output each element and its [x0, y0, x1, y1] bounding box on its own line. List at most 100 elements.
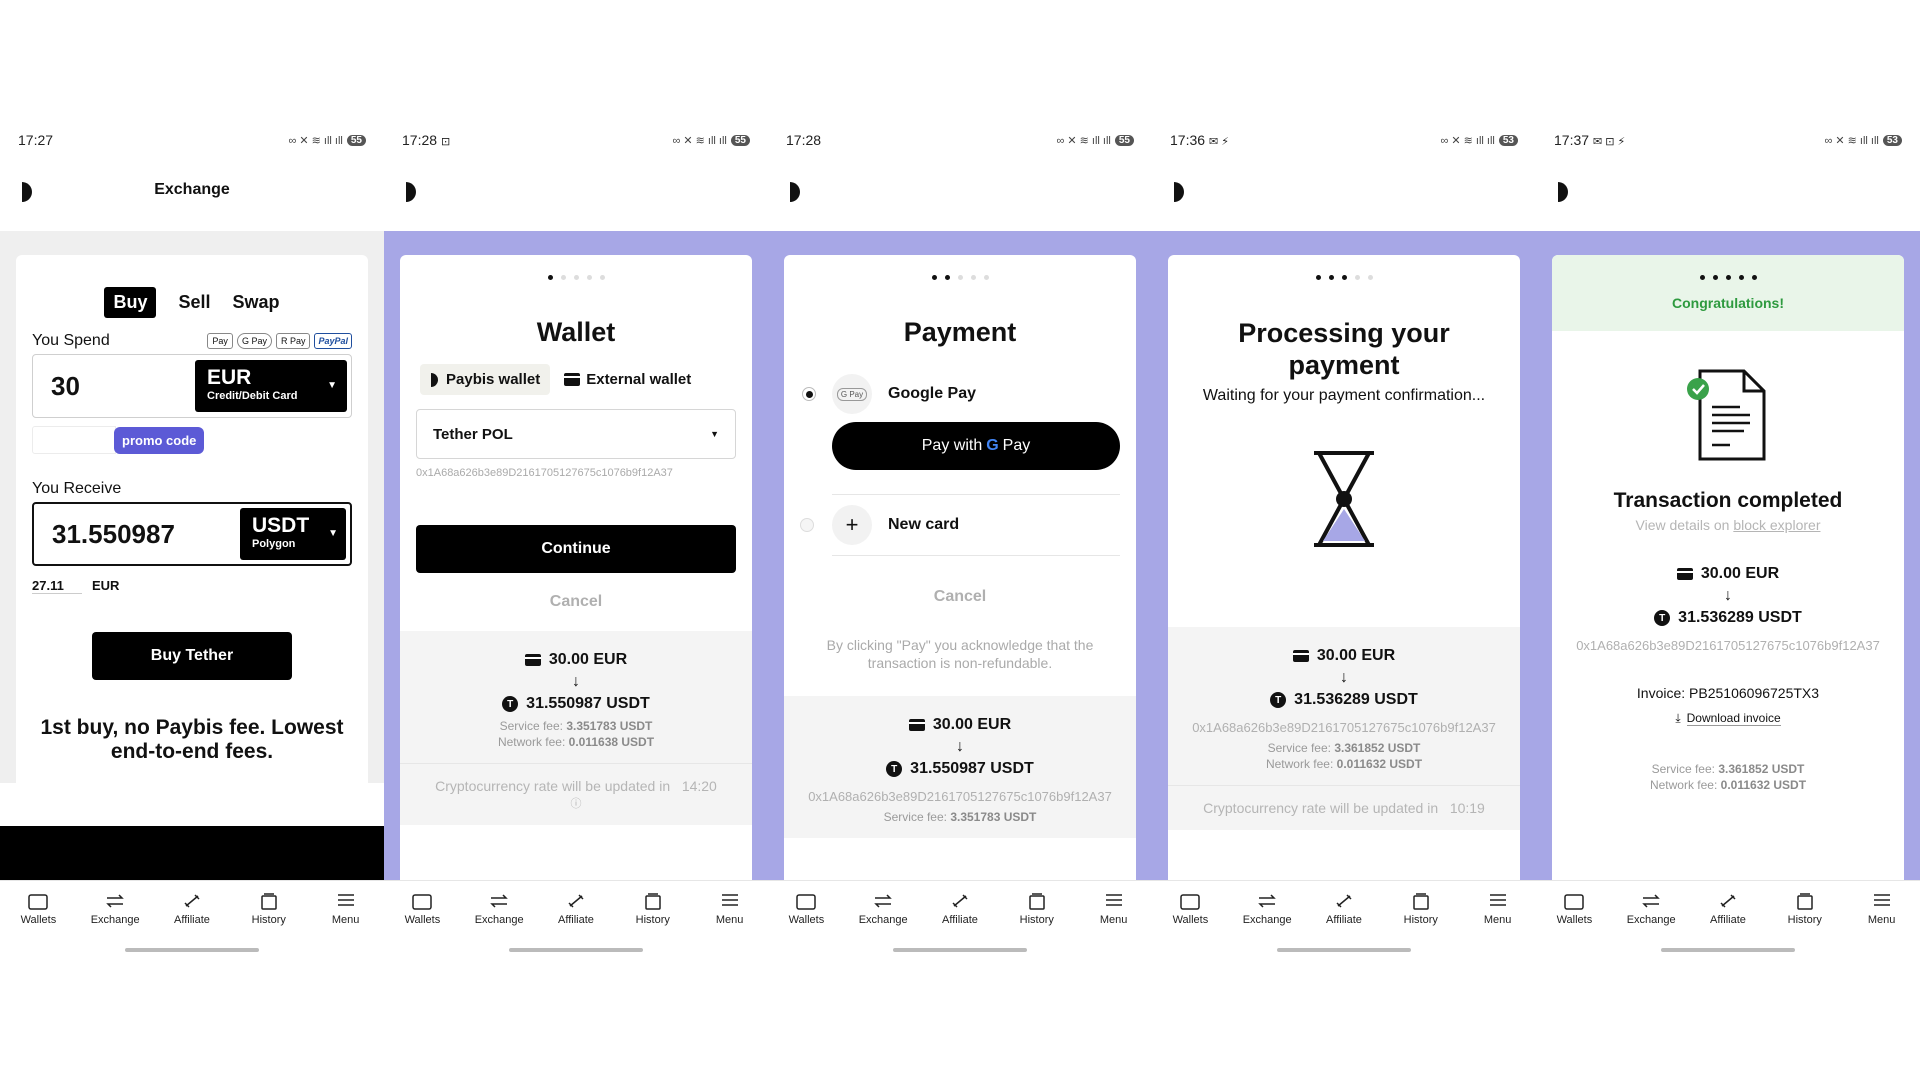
status-bar: 17:28 ⊡ ∞ ✕ ≋ ıll ıll 55: [384, 128, 768, 152]
step-dot: [586, 275, 592, 280]
rate-timer: 10:19: [1449, 800, 1485, 816]
paybis-logo-icon[interactable]: [1556, 182, 1570, 202]
step-dot: [970, 275, 976, 280]
nav-affiliate[interactable]: Affiliate: [541, 891, 611, 926]
nav-affiliate[interactable]: Affiliate: [1693, 891, 1763, 926]
nav-history[interactable]: History: [234, 891, 304, 926]
receive-currency-select[interactable]: USDT Polygon ▼: [240, 508, 346, 560]
status-icons: ∞ ✕ ≋ ıll ıll 53: [1824, 134, 1902, 147]
rate-currency: EUR: [92, 578, 120, 593]
card-icon: [1292, 650, 1309, 662]
nav-wallets[interactable]: Wallets: [1539, 891, 1609, 926]
nav-wallets[interactable]: Wallets: [3, 891, 73, 926]
wallet-address: 0x1A68a626b3e89D2161705127675c1076b9f12A…: [808, 789, 1112, 804]
tab-external-wallet[interactable]: External wallet: [564, 364, 691, 395]
tab-buy[interactable]: Buy: [104, 287, 157, 318]
nav-label: Exchange: [90, 914, 140, 926]
pay-with-google-button[interactable]: Pay with G Pay: [832, 422, 1120, 470]
fee-label: Network fee:: [1649, 778, 1718, 792]
step-dots: [400, 255, 752, 295]
rate-timer-row: Cryptocurrency rate will be updated in 1…: [1168, 785, 1520, 830]
new-card-option[interactable]: + New card: [800, 494, 1120, 556]
tab-swap[interactable]: Swap: [233, 292, 280, 313]
step-dot: [599, 275, 605, 280]
help-icon[interactable]: ⓘ: [571, 798, 582, 810]
completed-content: Congratulations! Transaction completed V…: [1536, 231, 1920, 880]
step-dot: [944, 275, 950, 280]
arrow-down-icon: ↓: [572, 673, 580, 690]
tab-sell[interactable]: Sell: [178, 292, 210, 313]
completed-title: Transaction completed: [1613, 489, 1843, 512]
download-invoice-link[interactable]: ⤓ Download invoice: [1552, 711, 1904, 726]
spend-currency-select[interactable]: EUR Credit/Debit Card ▼: [195, 360, 347, 412]
nav-wallets[interactable]: Wallets: [387, 891, 457, 926]
nav-label: Menu: [1867, 914, 1896, 926]
radio-dot: [805, 390, 813, 398]
nav-affiliate[interactable]: Affiliate: [157, 891, 227, 926]
status-time: 17:28: [786, 132, 822, 148]
nav-wallets[interactable]: Wallets: [1155, 891, 1225, 926]
nav-affiliate[interactable]: Affiliate: [1309, 891, 1379, 926]
step-dot: [1328, 275, 1334, 280]
fee-value: 3.361852 USDT: [1718, 762, 1805, 776]
fee-label: Service fee:: [499, 719, 563, 733]
nav-menu[interactable]: Menu: [1463, 891, 1533, 926]
paybis-logo-icon[interactable]: [1172, 182, 1186, 202]
step-dot: [983, 275, 989, 280]
nav-menu[interactable]: Menu: [1079, 891, 1149, 926]
paybis-logo-icon[interactable]: [404, 182, 418, 202]
paybis-logo-icon[interactable]: [20, 182, 34, 202]
summary-eur-text: 30.00 EUR: [1316, 647, 1396, 664]
nav-menu[interactable]: Menu: [695, 891, 765, 926]
summary-usdt: T 31.536289 USDT: [1552, 607, 1904, 629]
step-dot: [1738, 275, 1744, 280]
continue-button[interactable]: Continue: [416, 525, 736, 573]
promo-input[interactable]: [32, 426, 116, 454]
step-dot: [1712, 275, 1718, 280]
payment-content: Payment G Pay Google Pay Pay with G Pay …: [768, 231, 1152, 880]
nav-label: Menu: [1483, 914, 1512, 926]
google-pay-option[interactable]: G Pay Google Pay: [802, 374, 1136, 414]
app-bar: Exchange: [0, 170, 384, 210]
buy-tether-button[interactable]: Buy Tether: [92, 632, 292, 680]
tether-icon: T: [1654, 610, 1671, 626]
summary-eur-text: 30.00 EUR: [932, 716, 1012, 733]
cancel-button[interactable]: Cancel: [784, 588, 1136, 606]
card-icon: [524, 654, 541, 666]
service-fee: Service fee: 3.351783 USDT: [784, 810, 1136, 824]
nav-wallets[interactable]: Wallets: [771, 891, 841, 926]
affiliate-icon: [1336, 894, 1352, 908]
nav-menu[interactable]: Menu: [311, 891, 381, 926]
bottom-nav: Wallets Exchange Affiliate History Menu: [0, 880, 384, 936]
radio-selected[interactable]: [802, 387, 816, 401]
nav-exchange[interactable]: Exchange: [1232, 891, 1302, 926]
radio-unselected[interactable]: [800, 518, 814, 532]
cancel-button[interactable]: Cancel: [400, 593, 752, 611]
nav-exchange[interactable]: Exchange: [1616, 891, 1686, 926]
spend-field[interactable]: 30 EUR Credit/Debit Card ▼: [32, 354, 352, 418]
tether-icon: T: [502, 696, 519, 712]
nav-history[interactable]: History: [1386, 891, 1456, 926]
nav-affiliate[interactable]: Affiliate: [925, 891, 995, 926]
nav-menu[interactable]: Menu: [1847, 891, 1917, 926]
fee-label: Service fee:: [1267, 741, 1331, 755]
nav-exchange[interactable]: Exchange: [464, 891, 534, 926]
tab-paybis-wallet[interactable]: Paybis wallet: [420, 364, 551, 395]
paybis-logo-icon[interactable]: [788, 182, 802, 202]
nav-exchange[interactable]: Exchange: [80, 891, 150, 926]
promo-row: promo code: [32, 426, 352, 454]
spend-amount-input[interactable]: 30: [51, 371, 80, 402]
status-icons: ∞ ✕ ≋ ıll ıll 55: [288, 134, 366, 147]
nav-history[interactable]: History: [1770, 891, 1840, 926]
paypal-icon: PayPal: [314, 333, 352, 349]
nav-history[interactable]: History: [618, 891, 688, 926]
nav-history[interactable]: History: [1002, 891, 1072, 926]
nav-label: Wallets: [20, 914, 57, 926]
block-explorer-link[interactable]: block explorer: [1733, 517, 1820, 533]
wallet-icon: [28, 894, 49, 910]
nav-exchange[interactable]: Exchange: [848, 891, 918, 926]
network-select[interactable]: Tether POL ▼: [416, 409, 736, 459]
receive-field[interactable]: 31.550987 USDT Polygon ▼: [32, 502, 352, 566]
summary-eur: 30.00 EUR: [1168, 645, 1520, 667]
promo-code-button[interactable]: promo code: [114, 426, 205, 454]
